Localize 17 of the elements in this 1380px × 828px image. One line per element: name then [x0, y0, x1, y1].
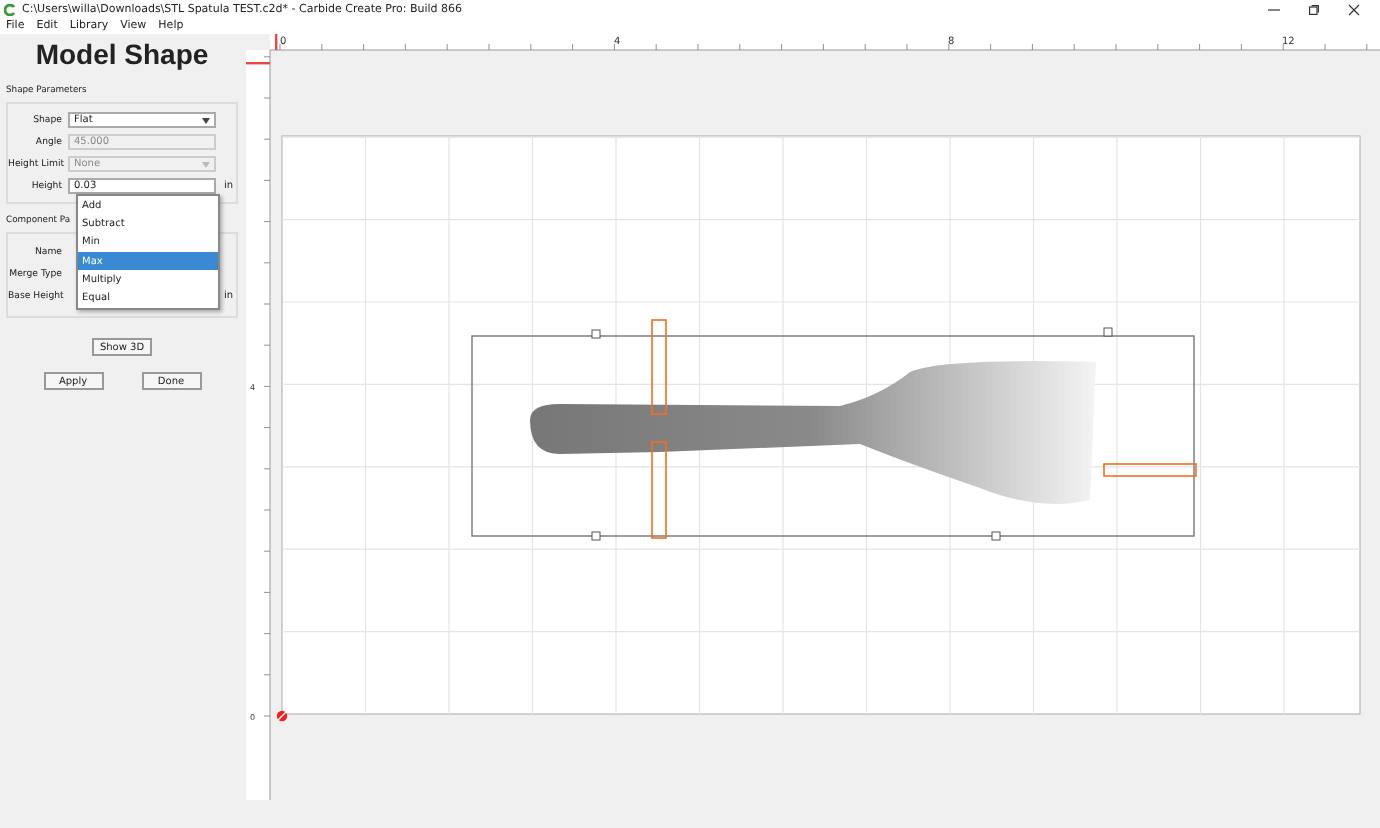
resize-handle[interactable] [991, 531, 1001, 541]
toolpath-outline [651, 319, 667, 415]
panel-title: Model Shape [33, 36, 211, 74]
resize-handle[interactable] [591, 329, 601, 339]
ruler-marker [246, 62, 270, 65]
toolpath-outline [1103, 463, 1197, 477]
app-icon [4, 3, 16, 15]
minimize-icon[interactable] [1268, 3, 1280, 15]
origin-icon [276, 710, 288, 722]
resize-handle[interactable] [591, 531, 601, 541]
restore-icon[interactable] [1308, 3, 1320, 15]
ruler-marker [275, 34, 278, 50]
toolpath-outline [651, 441, 667, 539]
caret-icon [202, 161, 210, 167]
caret-icon [202, 117, 210, 123]
resize-handle[interactable] [1103, 327, 1113, 337]
close-icon[interactable] [1348, 3, 1360, 15]
